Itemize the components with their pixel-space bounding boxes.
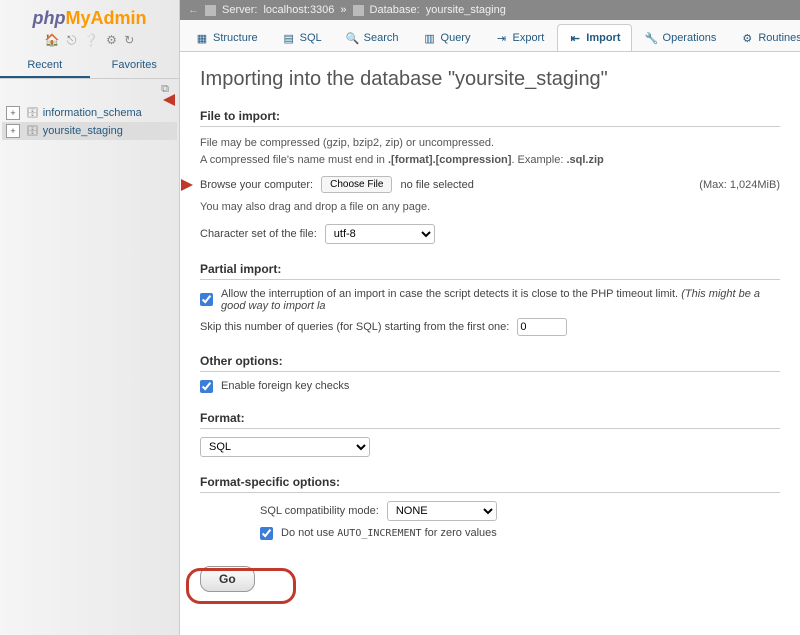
export-icon: ⇥ xyxy=(494,31,508,45)
browse-row: Browse your computer: Choose File no fil… xyxy=(200,176,780,193)
compress-hint: File may be compressed (gzip, bzip2, zip… xyxy=(200,135,780,168)
docs-icon[interactable]: ❔ xyxy=(84,33,99,47)
charset-label: Character set of the file: xyxy=(200,228,317,240)
noauto-checkbox[interactable] xyxy=(260,527,273,540)
tab-export[interactable]: ⇥Export xyxy=(483,24,555,51)
tab-query[interactable]: ▥Query xyxy=(412,24,482,51)
tree-item-information-schema[interactable]: + 🗄 information_schema xyxy=(2,104,177,122)
noauto-row: Do not use AUTO_INCREMENT for zero value… xyxy=(260,527,780,540)
sql-icon: ▤ xyxy=(282,31,296,45)
logo-php: php xyxy=(33,8,66,28)
logo-myadmin: MyAdmin xyxy=(66,8,147,28)
fk-checks-checkbox[interactable] xyxy=(200,380,213,393)
fk-row: Enable foreign key checks xyxy=(200,380,780,393)
operations-icon: 🔧 xyxy=(645,31,659,45)
database-icon: 🗄 xyxy=(26,126,39,137)
sidebar-tabs: Recent Favorites xyxy=(0,54,179,79)
server-label: Server: xyxy=(222,4,257,16)
database-icon xyxy=(353,5,364,16)
main: ← Server: localhost:3306 » Database: you… xyxy=(180,0,800,635)
tree-label: yoursite_staging xyxy=(43,125,123,137)
section-format-specific: Format-specific options: xyxy=(200,475,780,493)
no-file-label: no file selected xyxy=(400,179,473,191)
tab-sql[interactable]: ▤SQL xyxy=(271,24,333,51)
allow-interrupt-row: Allow the interruption of an import in c… xyxy=(200,288,780,312)
section-partial-import: Partial import: xyxy=(200,262,780,280)
collapse-arrow-icon[interactable]: ← xyxy=(188,4,199,16)
logo: phpMyAdmin xyxy=(0,0,179,31)
db-tree: + 🗄 information_schema + 🗄 yoursite_stag… xyxy=(0,100,179,144)
tab-import[interactable]: ⇤Import xyxy=(557,24,631,51)
format-row: SQL xyxy=(200,437,780,457)
database-icon: 🗄 xyxy=(26,108,39,119)
breadcrumb: ← Server: localhost:3306 » Database: you… xyxy=(180,0,800,20)
search-icon: 🔍 xyxy=(346,31,360,45)
annotation-arrow-browse xyxy=(181,179,193,191)
skip-queries-row: Skip this number of queries (for SQL) st… xyxy=(200,318,780,336)
routines-icon: ⚙ xyxy=(740,31,754,45)
structure-icon: ▦ xyxy=(195,31,209,45)
content-pane: Importing into the database "yoursite_st… xyxy=(180,52,800,635)
tab-search[interactable]: 🔍Search xyxy=(335,24,410,51)
charset-select[interactable]: utf-8 xyxy=(325,224,435,244)
sidebar: phpMyAdmin 🏠 ⎋ ❔ ⚙ ↻ Recent Favorites ⧉ … xyxy=(0,0,180,635)
tab-favorites[interactable]: Favorites xyxy=(90,54,180,78)
tab-structure[interactable]: ▦Structure xyxy=(184,24,269,51)
reload-icon[interactable]: ↻ xyxy=(124,33,134,47)
home-icon[interactable]: 🏠 xyxy=(45,33,60,47)
tab-operations[interactable]: 🔧Operations xyxy=(634,24,728,51)
compat-label: SQL compatibility mode: xyxy=(260,505,379,517)
logout-icon[interactable]: ⎋ xyxy=(67,33,77,47)
format-select[interactable]: SQL xyxy=(200,437,370,457)
home-toolbar: 🏠 ⎋ ❔ ⚙ ↻ xyxy=(0,31,179,54)
server-icon xyxy=(205,5,216,16)
compat-row: SQL compatibility mode: NONE xyxy=(260,501,780,521)
allow-interrupt-label: Allow the interruption of an import in c… xyxy=(221,288,780,312)
breadcrumb-sep: » xyxy=(340,4,346,16)
tree-label: information_schema xyxy=(43,107,142,119)
tree-toggle-icon[interactable]: + xyxy=(6,124,20,138)
query-icon: ▥ xyxy=(423,31,437,45)
tab-recent[interactable]: Recent xyxy=(0,54,90,78)
settings-icon[interactable]: ⚙ xyxy=(106,33,117,47)
choose-file-button[interactable]: Choose File xyxy=(321,176,392,193)
tree-toggle-icon[interactable]: + xyxy=(6,106,20,120)
link-toggle-icon[interactable]: ⧉ xyxy=(0,79,179,100)
compat-select[interactable]: NONE xyxy=(387,501,497,521)
allow-interrupt-checkbox[interactable] xyxy=(200,293,213,306)
annotation-arrow-db xyxy=(163,94,175,106)
charset-row: Character set of the file: utf-8 xyxy=(200,224,780,244)
page-title: Importing into the database "yoursite_st… xyxy=(200,68,780,91)
skip-queries-label: Skip this number of queries (for SQL) st… xyxy=(200,321,509,333)
fk-checks-label: Enable foreign key checks xyxy=(221,380,349,392)
import-icon: ⇤ xyxy=(568,31,582,45)
max-size: (Max: 1,024MiB) xyxy=(699,179,780,191)
top-tabs: ▦Structure ▤SQL 🔍Search ▥Query ⇥Export ⇤… xyxy=(180,20,800,52)
section-format: Format: xyxy=(200,411,780,429)
tab-routines[interactable]: ⚙Routines xyxy=(729,24,800,51)
browse-label: Browse your computer: xyxy=(200,179,313,191)
section-other-options: Other options: xyxy=(200,354,780,372)
noauto-label: Do not use AUTO_INCREMENT for zero value… xyxy=(281,527,497,539)
db-value[interactable]: yoursite_staging xyxy=(426,4,506,16)
server-value[interactable]: localhost:3306 xyxy=(263,4,334,16)
section-file-to-import: File to import: xyxy=(200,109,780,127)
skip-queries-input[interactable] xyxy=(517,318,567,336)
tree-item-yoursite-staging[interactable]: + 🗄 yoursite_staging xyxy=(2,122,177,140)
annotation-go-highlight xyxy=(186,568,296,604)
db-label: Database: xyxy=(370,4,420,16)
drag-hint: You may also drag and drop a file on any… xyxy=(200,199,780,216)
